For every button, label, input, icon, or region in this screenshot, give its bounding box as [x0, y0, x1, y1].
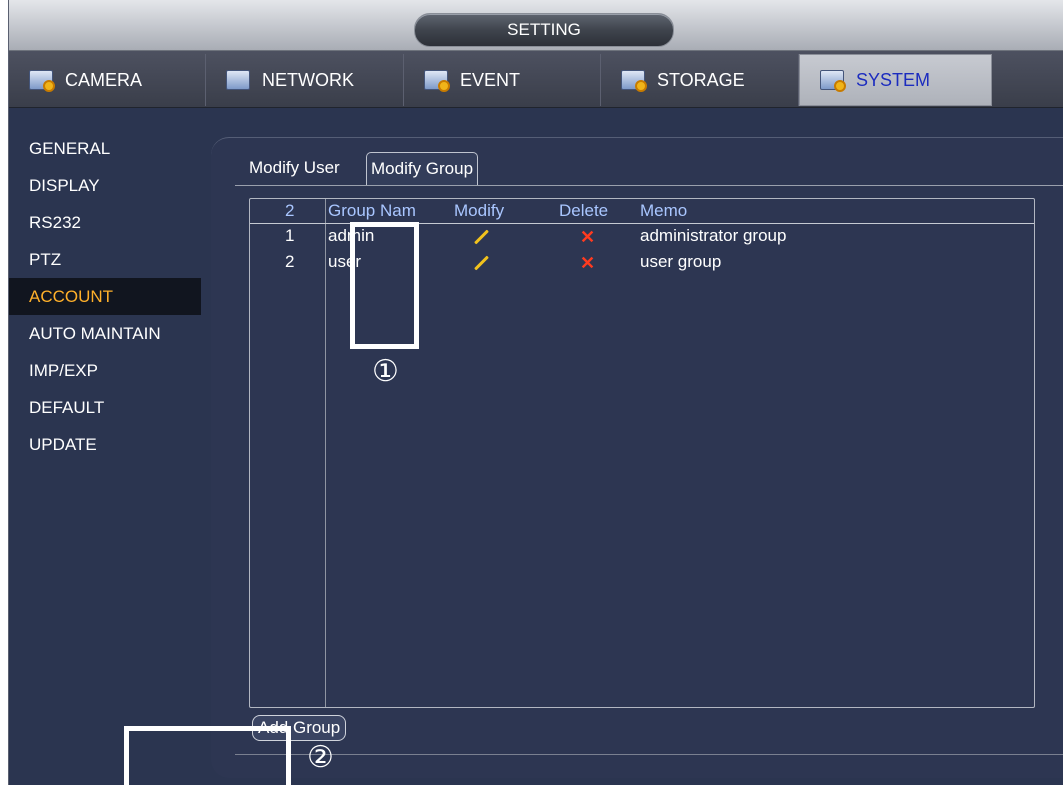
sidebar-item-display[interactable]: DISPLAY: [9, 167, 201, 204]
sidebar-item-general[interactable]: GENERAL: [9, 130, 201, 167]
sidebar-item-auto-maintain[interactable]: AUTO MAINTAIN: [9, 315, 201, 352]
tab-modify-user[interactable]: Modify User: [245, 152, 344, 184]
tab-system[interactable]: SYSTEM: [799, 54, 992, 106]
modify-pencil-icon[interactable]: [474, 255, 489, 271]
tab-label: NETWORK: [262, 69, 354, 90]
tab-event[interactable]: EVENT: [404, 54, 601, 106]
sidebar-item-account[interactable]: ACCOUNT: [9, 278, 201, 315]
event-settings-icon: [422, 67, 454, 93]
network-settings-icon: [224, 67, 256, 93]
delete-x-icon[interactable]: ✕: [580, 225, 595, 249]
column-divider: [325, 199, 326, 707]
sidebar-item-default[interactable]: DEFAULT: [9, 389, 201, 426]
sidebar-item-update[interactable]: UPDATE: [9, 426, 201, 463]
header-count: 2: [285, 201, 295, 220]
sidebar: GENERAL DISPLAY RS232 PTZ ACCOUNT AUTO M…: [9, 130, 201, 463]
row-memo: administrator group: [640, 226, 787, 245]
sidebar-item-imp-exp[interactable]: IMP/EXP: [9, 352, 201, 389]
header-modify[interactable]: Modify: [454, 199, 504, 223]
tab-label: EVENT: [460, 69, 521, 90]
header-group-name[interactable]: Group Nam: [328, 199, 416, 223]
tab-modify-group[interactable]: Modify Group: [366, 152, 479, 185]
tab-storage[interactable]: STORAGE: [601, 54, 799, 106]
modify-pencil-icon[interactable]: [474, 229, 489, 245]
tab-divider: [235, 185, 1063, 186]
header-delete[interactable]: Delete: [559, 199, 608, 223]
storage-settings-icon: [619, 67, 651, 93]
header-memo[interactable]: Memo: [640, 199, 687, 223]
title-bar: SETTING: [9, 0, 1063, 51]
delete-x-icon[interactable]: ✕: [580, 251, 595, 275]
annotation-marker-1: ①: [372, 354, 399, 389]
row-index: 2: [285, 252, 295, 271]
sidebar-item-ptz[interactable]: PTZ: [9, 241, 201, 278]
system-settings-icon: [818, 67, 850, 93]
panel-divider: [235, 754, 1063, 755]
tab-label: CAMERA: [65, 69, 143, 90]
annotation-box-1: [350, 222, 419, 349]
account-panel: Modify User Modify Group 2 Group Nam Mod…: [211, 137, 1063, 778]
tab-network[interactable]: NETWORK: [206, 54, 404, 106]
window-title: SETTING: [414, 13, 674, 47]
tab-camera[interactable]: CAMERA: [9, 54, 206, 106]
annotation-box-2: [124, 726, 291, 808]
camera-settings-icon: [27, 67, 59, 93]
sidebar-item-rs232[interactable]: RS232: [9, 204, 201, 241]
row-index: 1: [285, 226, 295, 245]
annotation-marker-2: ②: [307, 740, 334, 775]
row-memo: user group: [640, 252, 722, 271]
tab-label: SYSTEM: [856, 69, 931, 90]
tab-label: STORAGE: [657, 69, 745, 90]
setting-window: SETTING CAMERA NETWORK EVENT STORAGE SYS…: [8, 0, 1063, 785]
main-tab-bar: CAMERA NETWORK EVENT STORAGE SYSTEM: [9, 51, 1063, 108]
